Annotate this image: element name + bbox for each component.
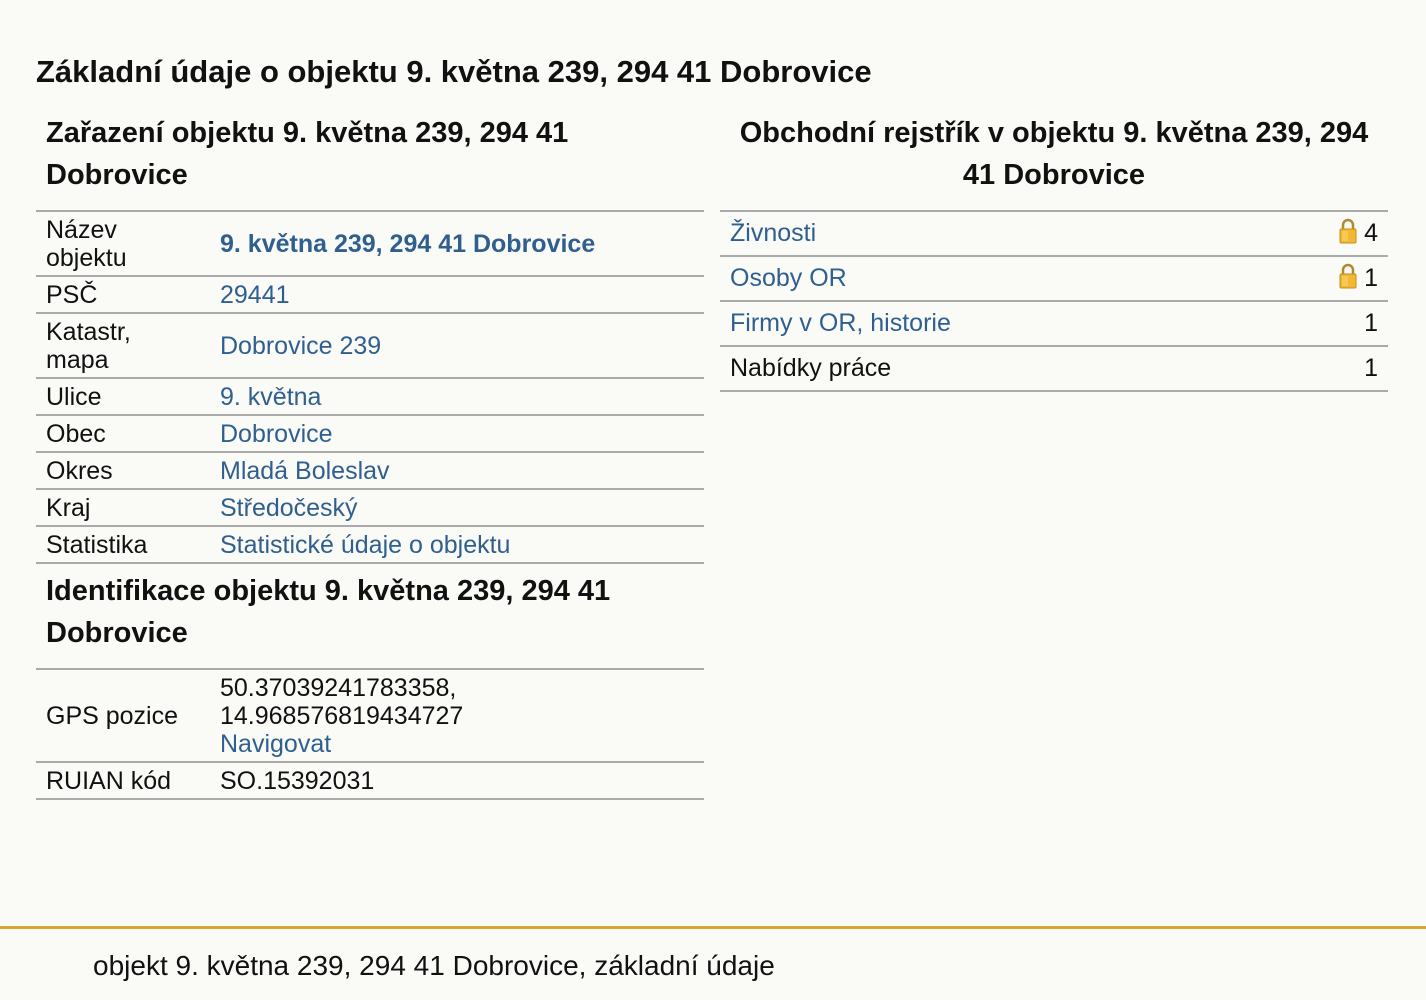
zivnosti-link[interactable]: Živnosti [730, 219, 816, 247]
gps-value: 50.37039241783358, 14.968576819434727 Na… [210, 669, 704, 763]
zivnosti-count: 4 [1364, 219, 1378, 247]
kraj-link[interactable]: Středočeský [220, 494, 358, 522]
row-count: 4 [1288, 211, 1388, 257]
row-label: Název objektu [36, 211, 210, 277]
row-label: Statistika [36, 526, 210, 564]
katastr-link[interactable]: Dobrovice 239 [220, 332, 381, 360]
lock-icon [1339, 218, 1357, 244]
osoby-or-link[interactable]: Osoby OR [730, 264, 847, 292]
row-label: Okres [36, 452, 210, 490]
identifikace-section: Identifikace objektu 9. května 239, 294 … [36, 564, 704, 800]
table-row: Okres Mladá Boleslav [36, 452, 704, 490]
footer-divider [0, 926, 1426, 929]
zarazeni-heading: Zařazení objektu 9. května 239, 294 41 D… [46, 117, 569, 191]
table-row: Ulice 9. května [36, 378, 704, 416]
gps-lat: 50.37039241783358, [220, 674, 457, 702]
osoby-or-count: 1 [1364, 264, 1378, 292]
firmy-or-link[interactable]: Firmy v OR, historie [730, 309, 951, 337]
table-row: Katastr, mapa Dobrovice 239 [36, 313, 704, 379]
ruian-value: SO.15392031 [210, 762, 704, 800]
nabidky-prace-label: Nabídky práce [720, 346, 1288, 392]
table-row: Nabídky práce 1 [720, 346, 1388, 392]
table-row: PSČ 29441 [36, 276, 704, 314]
psc-link[interactable]: 29441 [220, 281, 290, 309]
firmy-or-count: 1 [1288, 301, 1388, 347]
ulice-link[interactable]: 9. května [220, 383, 321, 411]
okres-link[interactable]: Mladá Boleslav [220, 457, 390, 485]
footer-text: objekt 9. května 239, 294 41 Dobrovice, … [93, 950, 775, 981]
navigovat-link[interactable]: Navigovat [220, 730, 331, 758]
row-count: 1 [1288, 256, 1388, 302]
nabidky-prace-count: 1 [1288, 346, 1388, 392]
table-row: Obec Dobrovice [36, 415, 704, 453]
table-row: Živnosti 4 [720, 211, 1388, 257]
page-title: Základní údaje o objektu 9. května 239, … [36, 54, 872, 89]
table-row: Firmy v OR, historie 1 [720, 301, 1388, 347]
right-column: Obchodní rejstřík v objektu 9. května 23… [720, 112, 1388, 392]
left-column: Zařazení objektu 9. května 239, 294 41 D… [36, 112, 704, 800]
row-label: PSČ [36, 276, 210, 314]
table-row: Kraj Středočeský [36, 489, 704, 527]
rejstrik-table: Živnosti 4 Osoby OR 1 Firmy v OR, histor… [720, 210, 1388, 392]
row-label: Ulice [36, 378, 210, 416]
table-row: GPS pozice 50.37039241783358, 14.9685768… [36, 669, 704, 763]
nazev-objektu-link[interactable]: 9. května 239, 294 41 Dobrovice [220, 230, 595, 258]
table-row: Osoby OR 1 [720, 256, 1388, 302]
lock-icon [1339, 263, 1357, 289]
row-label: Obec [36, 415, 210, 453]
obec-link[interactable]: Dobrovice [220, 420, 333, 448]
rejstrik-heading: Obchodní rejstřík v objektu 9. května 23… [739, 117, 1369, 191]
gps-lon: 14.968576819434727 [220, 702, 464, 730]
identifikace-table: GPS pozice 50.37039241783358, 14.9685768… [36, 668, 704, 800]
table-row: RUIAN kód SO.15392031 [36, 762, 704, 800]
ruian-label: RUIAN kód [36, 762, 210, 800]
table-row: Název objektu 9. května 239, 294 41 Dobr… [36, 211, 704, 277]
row-label: Kraj [36, 489, 210, 527]
gps-label: GPS pozice [36, 669, 210, 763]
table-row: Statistika Statistické údaje o objektu [36, 526, 704, 564]
identifikace-heading: Identifikace objektu 9. května 239, 294 … [46, 575, 611, 649]
row-label: Katastr, mapa [36, 313, 210, 379]
statistika-link[interactable]: Statistické údaje o objektu [220, 531, 510, 559]
zarazeni-table: Název objektu 9. května 239, 294 41 Dobr… [36, 210, 704, 564]
page: Základní údaje o objektu 9. května 239, … [0, 0, 1426, 1000]
